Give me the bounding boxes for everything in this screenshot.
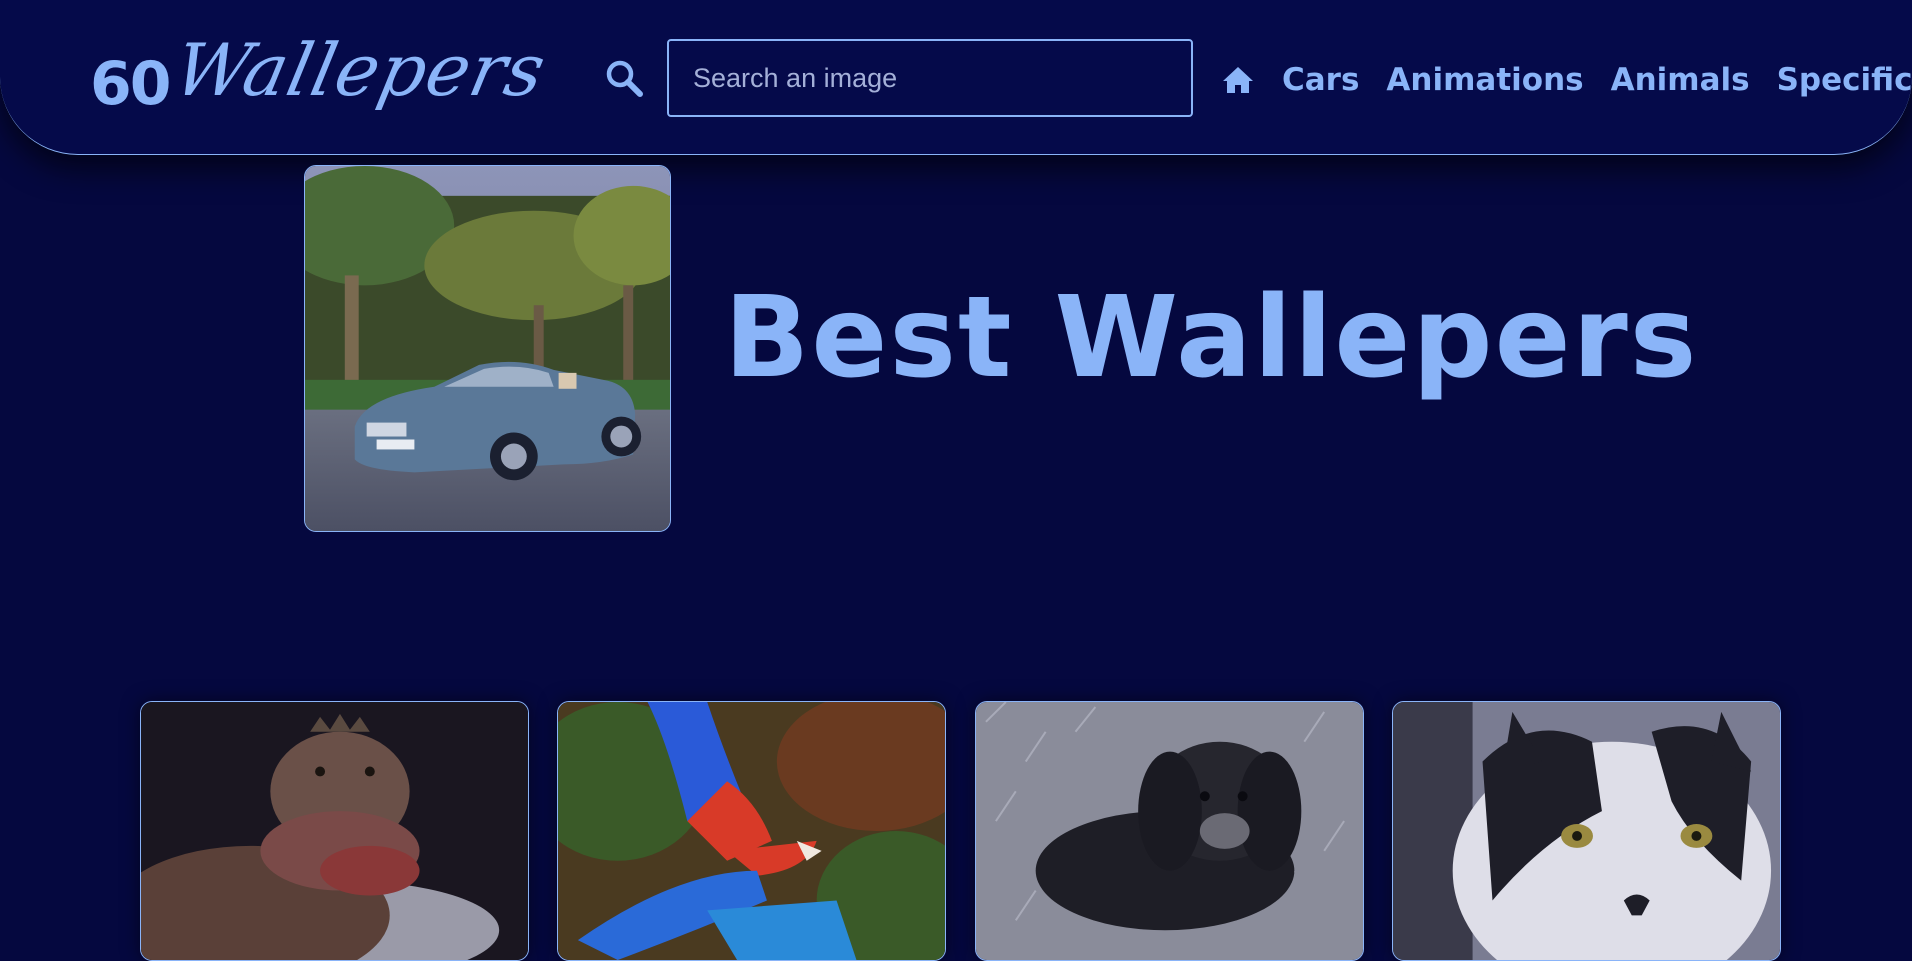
gallery-card-iguana[interactable] — [140, 701, 529, 961]
hero-car-image[interactable] — [304, 165, 671, 532]
main-nav: Cars Animations Animals Specific — [1220, 52, 1912, 108]
search-icon[interactable] — [602, 56, 646, 100]
gallery-card-macaw[interactable] — [557, 701, 946, 961]
home-icon[interactable] — [1220, 62, 1256, 98]
nav-link-specific[interactable]: Specific — [1777, 62, 1912, 98]
gallery-card-kitten[interactable] — [1392, 701, 1781, 961]
hero-title: Best Wallepers — [724, 273, 1699, 403]
nav-link-cars[interactable]: Cars — [1282, 62, 1359, 98]
search-input[interactable] — [667, 39, 1193, 117]
site-header: 60 Wallepers Cars Animations Animals Spe… — [0, 0, 1912, 155]
logo-script-text: Wallepers — [166, 28, 553, 112]
gallery-card-puppy[interactable] — [975, 701, 1364, 961]
site-logo[interactable]: 60 Wallepers — [90, 18, 553, 128]
nav-link-animations[interactable]: Animations — [1386, 62, 1583, 98]
nav-link-animals[interactable]: Animals — [1611, 62, 1750, 98]
logo-number: 60 — [90, 49, 171, 119]
